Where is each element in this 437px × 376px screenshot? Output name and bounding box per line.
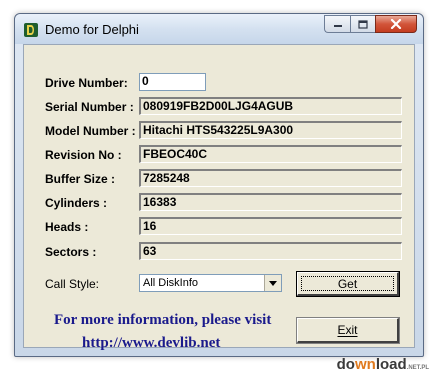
download-watermark: download.NET.PL	[337, 356, 429, 373]
cylinders-label: Cylinders :	[45, 196, 108, 210]
sectors-label: Sectors :	[45, 245, 97, 259]
drive-number-input[interactable]: 0	[139, 73, 206, 91]
drive-number-label: Drive Number:	[45, 76, 128, 90]
client-area: Drive Number: Serial Number : Model Numb…	[23, 44, 415, 351]
heads-field[interactable]: 16	[139, 217, 402, 235]
revision-no-label: Revision No :	[45, 148, 122, 162]
maximize-icon	[358, 19, 368, 29]
model-number-label: Model Number :	[45, 124, 136, 138]
serial-number-field[interactable]: 080919FB2D00LJG4AGUB	[139, 97, 402, 115]
exit-button-label: Exit	[337, 323, 358, 337]
watermark-prefix: do	[336, 356, 355, 373]
app-window: Demo for Delphi Drive Number: Serial Num…	[14, 13, 424, 357]
focus-rectangle	[301, 276, 394, 291]
call-style-label: Call Style:	[45, 277, 100, 291]
close-icon	[390, 19, 402, 29]
call-style-selected: All DiskInfo	[143, 277, 199, 289]
cylinders-field[interactable]: 16383	[139, 193, 402, 211]
revision-no-field[interactable]: FBEOC40C	[139, 145, 402, 163]
heads-label: Heads :	[45, 220, 89, 234]
maximize-button[interactable]	[350, 15, 375, 33]
sectors-field[interactable]: 63	[139, 242, 402, 260]
screenshot-page: Demo for Delphi Drive Number: Serial Num…	[0, 0, 437, 376]
serial-number-label: Serial Number :	[45, 100, 134, 114]
website-link[interactable]: http://www.devlib.net	[82, 335, 220, 352]
watermark-accent: wn	[354, 356, 376, 373]
window-title: Demo for Delphi	[45, 22, 139, 37]
dropdown-button[interactable]	[264, 275, 281, 291]
delphi-app-icon	[24, 23, 38, 37]
watermark-suffix: .NET.PL	[406, 365, 429, 371]
minimize-icon	[333, 25, 342, 27]
buffer-size-label: Buffer Size :	[45, 172, 116, 186]
close-button[interactable]	[375, 15, 417, 33]
watermark-rest: load	[375, 356, 407, 373]
caption-buttons	[324, 15, 417, 34]
title-bar[interactable]: Demo for Delphi	[15, 14, 423, 44]
call-style-select[interactable]: All DiskInfo	[139, 274, 282, 292]
minimize-button[interactable]	[324, 15, 350, 33]
info-text: For more information, please visit	[54, 312, 272, 328]
chevron-down-icon	[269, 280, 277, 286]
buffer-size-field[interactable]: 7285248	[139, 169, 402, 187]
get-button[interactable]: Get	[296, 271, 400, 297]
model-number-field[interactable]: Hitachi HTS543225L9A300	[139, 121, 402, 139]
exit-button[interactable]: Exit	[296, 317, 400, 344]
